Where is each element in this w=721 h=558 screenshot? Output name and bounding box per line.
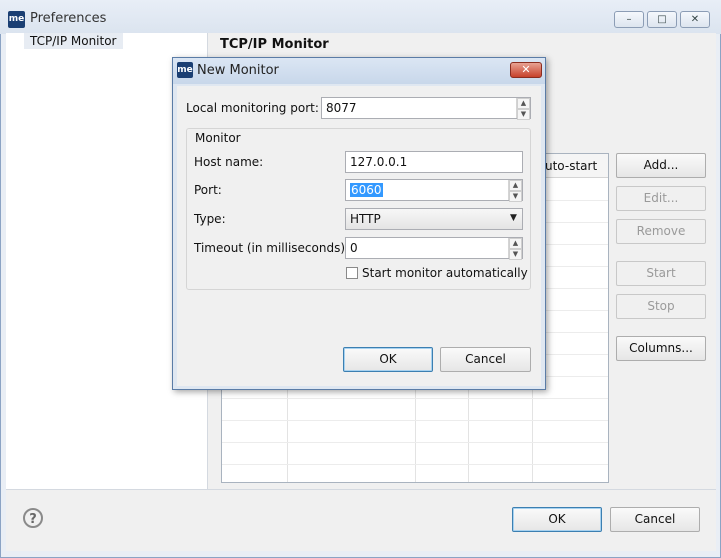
page-title: TCP/IP Monitor — [220, 37, 329, 52]
type-select[interactable]: HTTP — [345, 208, 523, 230]
monitor-group-label: Monitor — [192, 131, 244, 145]
dialog-close-button[interactable]: ✕ — [510, 62, 542, 78]
spin-down-icon[interactable]: ▼ — [509, 191, 522, 202]
tree-item-tcpip-monitor[interactable]: TCP/IP Monitor — [24, 33, 123, 49]
port-label: Port: — [194, 183, 222, 197]
dialog-title: New Monitor — [197, 63, 279, 78]
spin-up-icon[interactable]: ▲ — [517, 98, 530, 109]
port-spinner[interactable]: ▲ ▼ — [508, 180, 522, 202]
window-title: Preferences — [30, 11, 107, 26]
row-divider — [222, 442, 608, 443]
type-label: Type: — [194, 212, 226, 226]
columns-button[interactable]: Columns... — [616, 336, 706, 361]
maximize-button[interactable]: □ — [647, 11, 677, 28]
autostart-checkbox[interactable] — [346, 267, 358, 279]
app-icon: me — [8, 11, 25, 28]
row-divider — [222, 464, 608, 465]
dialog-ok-button[interactable]: OK — [343, 347, 433, 372]
type-select-value: HTTP — [350, 212, 381, 226]
local-port-spinner[interactable]: ▲ ▼ — [516, 98, 530, 120]
port-value-selected: 6060 — [350, 183, 383, 197]
local-port-field[interactable]: 8077 — [321, 97, 531, 119]
ok-button[interactable]: OK — [512, 507, 602, 532]
minimize-button[interactable]: – — [614, 11, 644, 28]
local-port-label: Local monitoring port: — [186, 101, 319, 115]
window-titlebar[interactable] — [0, 0, 721, 34]
host-name-field[interactable]: 127.0.0.1 — [345, 151, 523, 173]
dropdown-arrow-icon[interactable]: ▼ — [510, 213, 517, 223]
timeout-spinner[interactable]: ▲ ▼ — [508, 238, 522, 260]
close-button[interactable]: ✕ — [680, 11, 710, 28]
spin-up-icon[interactable]: ▲ — [509, 180, 522, 191]
host-name-label: Host name: — [194, 155, 264, 169]
edit-button[interactable]: Edit... — [616, 186, 706, 211]
port-field[interactable]: 6060 — [345, 179, 523, 201]
timeout-label: Timeout (in milliseconds): — [194, 241, 350, 255]
add-button[interactable]: Add... — [616, 153, 706, 178]
start-button[interactable]: Start — [616, 261, 706, 286]
stop-button[interactable]: Stop — [616, 294, 706, 319]
spin-down-icon[interactable]: ▼ — [509, 249, 522, 260]
spin-down-icon[interactable]: ▼ — [517, 109, 530, 120]
help-icon[interactable]: ? — [23, 508, 43, 528]
spin-up-icon[interactable]: ▲ — [509, 238, 522, 249]
dialog-app-icon: me — [177, 62, 193, 78]
remove-button[interactable]: Remove — [616, 219, 706, 244]
cancel-button[interactable]: Cancel — [610, 507, 700, 532]
timeout-field[interactable]: 0 — [345, 237, 523, 259]
dialog-cancel-button[interactable]: Cancel — [440, 347, 531, 372]
autostart-label[interactable]: Start monitor automatically — [362, 266, 528, 280]
column-header-auto-start[interactable]: uto-start — [545, 159, 597, 173]
row-divider — [222, 420, 608, 421]
row-divider — [222, 398, 608, 399]
